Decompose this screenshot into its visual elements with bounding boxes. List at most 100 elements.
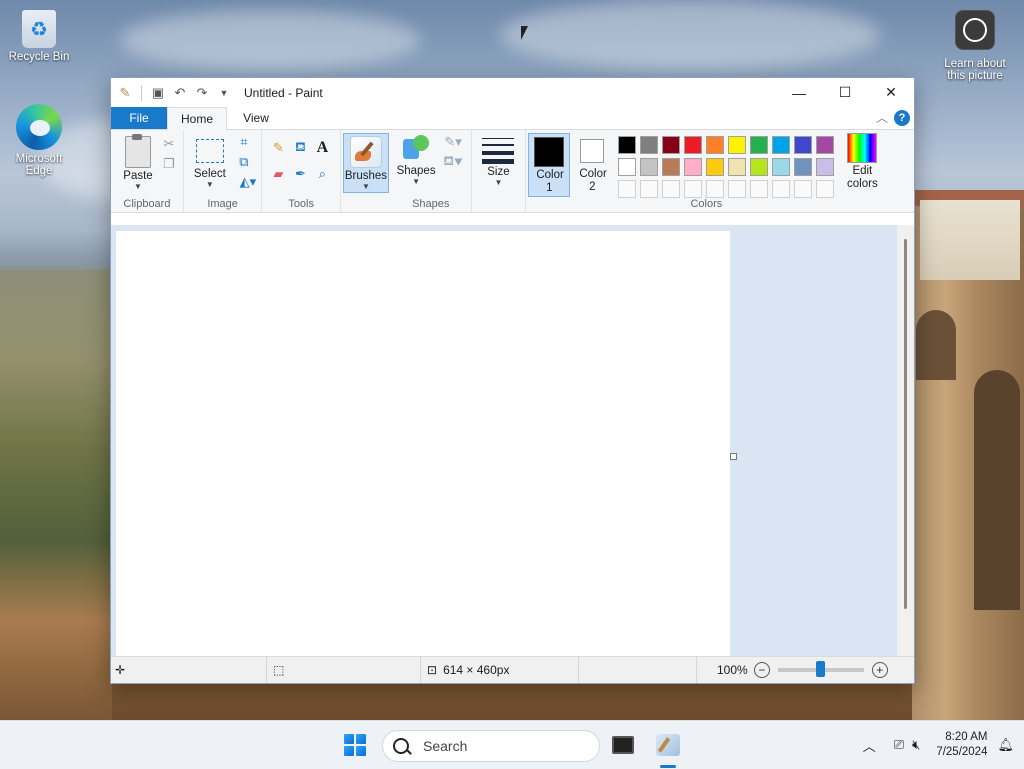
scrollbar-thumb[interactable] [904, 239, 907, 609]
color2-button[interactable]: Color 2 [572, 133, 612, 195]
outline-icon[interactable]: ✎▾ [440, 134, 466, 150]
palette-swatch[interactable] [772, 158, 791, 176]
palette-swatch[interactable] [640, 158, 659, 176]
network-icon[interactable]: ⎚ [894, 737, 904, 753]
palette-swatch-empty[interactable] [750, 180, 769, 198]
palette-swatch-empty[interactable] [706, 180, 725, 198]
crop-icon[interactable]: ⌗ [236, 134, 252, 150]
palette-swatch[interactable] [794, 158, 813, 176]
tab-view[interactable]: View [227, 107, 285, 129]
help-icon[interactable]: ? [894, 110, 910, 126]
tab-file[interactable]: File [111, 107, 167, 129]
palette-swatch[interactable] [662, 136, 681, 154]
color1-button[interactable]: Color 1 [528, 133, 571, 197]
zoom-slider[interactable] [777, 661, 864, 677]
color-palette [618, 136, 838, 200]
minimize-button[interactable]: — [776, 78, 822, 107]
size-button[interactable]: Size ▼ [478, 136, 518, 187]
palette-swatch[interactable] [706, 158, 725, 176]
taskbar-paint[interactable] [653, 730, 683, 760]
palette-swatch[interactable] [640, 136, 659, 154]
palette-swatch-empty[interactable] [728, 180, 747, 198]
paste-button[interactable]: Paste ▼ [119, 134, 157, 191]
group-clipboard: Paste ▼ ✂ ❐ Clipboard [111, 130, 184, 212]
notification-bell-icon[interactable]: 🔔︎ [997, 737, 1014, 753]
fill-bucket-icon[interactable]: ⛾ [292, 139, 308, 156]
close-button[interactable]: ✕ [868, 78, 914, 107]
save-icon[interactable]: ▣ [150, 85, 166, 101]
palette-swatch-empty[interactable] [618, 180, 637, 198]
undo-icon[interactable]: ↶ [172, 85, 188, 101]
desktop-icon-recycle-bin[interactable]: Recycle Bin [3, 10, 75, 63]
edit-colors-button[interactable]: Edit colors [842, 133, 882, 191]
redo-icon[interactable]: ↷ [194, 85, 210, 101]
zoom-out-button[interactable]: − [753, 662, 770, 678]
clock[interactable]: 8:20 AM 7/25/2024 [936, 730, 987, 760]
desktop-icon-microsoft-edge[interactable]: Microsoft Edge [3, 104, 75, 177]
taskbar-task-view[interactable] [608, 730, 638, 760]
pencil-icon[interactable]: ✎ [270, 140, 286, 156]
palette-swatch[interactable] [684, 136, 703, 154]
palette-swatch[interactable] [728, 158, 747, 176]
color-spectrum-icon [847, 133, 878, 163]
rotate-icon[interactable]: ◭▾ [236, 174, 260, 190]
palette-swatch[interactable] [750, 136, 769, 154]
palette-swatch[interactable] [662, 158, 681, 176]
copy-icon[interactable]: ❐ [161, 156, 177, 172]
customize-chevron-down-icon[interactable]: ▼ [216, 85, 232, 101]
title-bar[interactable]: ✎ ▣ ↶ ↷ ▼ Untitled - Paint — ☐ ✕ [111, 78, 914, 107]
search-icon [393, 738, 409, 754]
palette-swatch[interactable] [794, 136, 813, 154]
maximize-button[interactable]: ☐ [822, 78, 868, 107]
resize-icon[interactable]: ⧉ [236, 154, 252, 170]
zoom-in-button[interactable]: + [871, 662, 888, 678]
clock-time: 8:20 AM [945, 731, 988, 743]
palette-swatch[interactable] [706, 136, 725, 154]
group-brushes: Brushes ▼ [341, 130, 390, 212]
desktop-icon-learn-about-picture[interactable]: Learn about this picture [936, 10, 1014, 82]
search-placeholder: Search [423, 738, 468, 754]
collapse-ribbon-icon[interactable]: ︿ [876, 109, 888, 126]
palette-swatch[interactable] [750, 158, 769, 176]
palette-swatch-empty[interactable] [772, 180, 791, 198]
palette-swatch[interactable] [728, 136, 747, 154]
color2-swatch [580, 139, 605, 163]
vertical-scrollbar[interactable] [897, 225, 914, 656]
start-button[interactable] [344, 734, 366, 756]
select-button[interactable]: Select ▼ [190, 136, 230, 189]
palette-swatch[interactable] [816, 136, 835, 154]
palette-swatch[interactable] [684, 158, 703, 176]
text-icon[interactable]: A [314, 139, 330, 156]
palette-swatch-empty[interactable] [684, 180, 703, 198]
shapes-button[interactable]: Shapes ▼ [396, 133, 436, 186]
zoom-slider-thumb[interactable] [816, 661, 826, 677]
palette-swatch-empty[interactable] [640, 180, 659, 198]
group-size: Size ▼ [472, 130, 527, 212]
palette-swatch-empty[interactable] [662, 180, 681, 198]
palette-swatch[interactable] [816, 158, 835, 176]
shapes-icon [401, 133, 431, 163]
palette-swatch[interactable] [772, 136, 791, 154]
drawing-canvas[interactable] [116, 231, 730, 656]
line-width-icon [482, 136, 515, 164]
chevron-up-icon[interactable]: ︿ [863, 736, 876, 755]
magnifier-icon[interactable]: ⌕ [314, 166, 330, 182]
palette-swatch-empty[interactable] [816, 180, 835, 198]
palette-swatch[interactable] [618, 158, 637, 176]
volume-muted-icon[interactable]: 🔇︎ [912, 737, 920, 753]
color-picker-icon[interactable]: ✒ [292, 166, 308, 182]
eraser-icon[interactable]: ▰ [270, 166, 286, 182]
palette-swatch[interactable] [618, 136, 637, 154]
selection-size-cell: ⬚ [267, 657, 421, 683]
window-title: Untitled - Paint [244, 85, 323, 100]
recycle-bin-icon [22, 10, 56, 48]
paint-app-icon[interactable]: ✎ [117, 85, 133, 101]
palette-swatch-empty[interactable] [794, 180, 813, 198]
cut-icon[interactable]: ✂ [161, 136, 177, 152]
brushes-button[interactable]: Brushes ▼ [342, 133, 389, 193]
fill-icon[interactable]: ⛾▾ [440, 153, 466, 170]
canvas-resize-handle[interactable] [730, 453, 737, 460]
tab-home[interactable]: Home [167, 107, 227, 130]
group-colors: Color 1 Color 2 Edit colors Colors [526, 130, 914, 212]
search-box[interactable]: Search [382, 730, 600, 762]
